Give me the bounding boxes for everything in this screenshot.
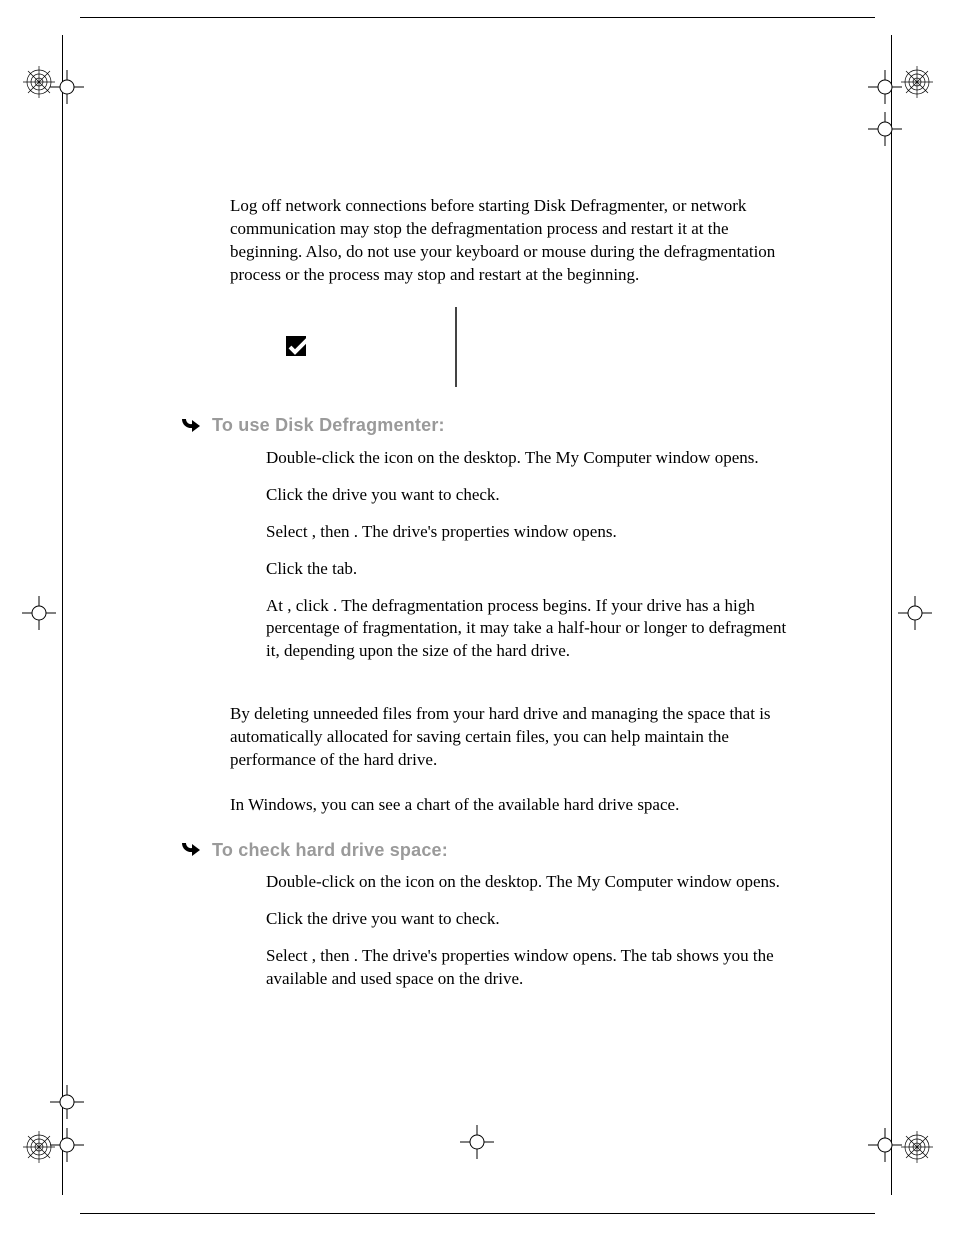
procedure-title: To check hard drive space: <box>212 840 448 861</box>
register-mark-icon <box>50 1128 84 1167</box>
procedure-title: To use Disk Defragmenter: <box>212 415 445 436</box>
procedure-step: Select , then . The drive's properties w… <box>266 945 800 991</box>
procedure-heading: To use Disk Defragmenter: <box>180 415 800 437</box>
crop-line-bottom <box>80 1213 875 1214</box>
register-mark-icon <box>898 596 932 635</box>
burst-icon <box>900 1130 934 1164</box>
intro-paragraph: Log off network connections before start… <box>230 195 800 287</box>
register-mark-icon <box>868 70 902 109</box>
procedure-heading: To check hard drive space: <box>180 839 800 861</box>
crop-line-right <box>891 35 892 1195</box>
section-paragraph: By deleting unneeded files from your har… <box>230 703 800 772</box>
procedure-step: Click the tab. <box>266 558 800 581</box>
crop-line-top <box>80 17 875 18</box>
note-block <box>285 307 800 387</box>
procedure-step: Click the drive you want to check. <box>266 908 800 931</box>
sub-paragraph: In Windows, you can see a chart of the a… <box>230 794 800 817</box>
checkmark-icon <box>285 335 311 361</box>
register-mark-icon <box>50 70 84 109</box>
register-mark-icon <box>50 1085 84 1124</box>
burst-icon <box>900 65 934 99</box>
procedure-step: At , click . The defragmentation process… <box>266 595 800 664</box>
procedure-step: Double-click on the icon on the desktop.… <box>266 871 800 894</box>
divider-line <box>455 307 457 387</box>
register-mark-icon <box>22 596 56 635</box>
register-mark-icon <box>460 1125 494 1164</box>
procedure-step: Select , then . The drive's properties w… <box>266 521 800 544</box>
procedure-step: Click the drive you want to check. <box>266 484 800 507</box>
page-content: Log off network connections before start… <box>180 195 800 1005</box>
register-mark-icon <box>868 112 902 151</box>
arrow-right-icon <box>180 839 202 861</box>
arrow-right-icon <box>180 415 202 437</box>
procedure-step: Double-click the icon on the desktop. Th… <box>266 447 800 470</box>
register-mark-icon <box>868 1128 902 1167</box>
crop-line-left <box>62 35 63 1195</box>
